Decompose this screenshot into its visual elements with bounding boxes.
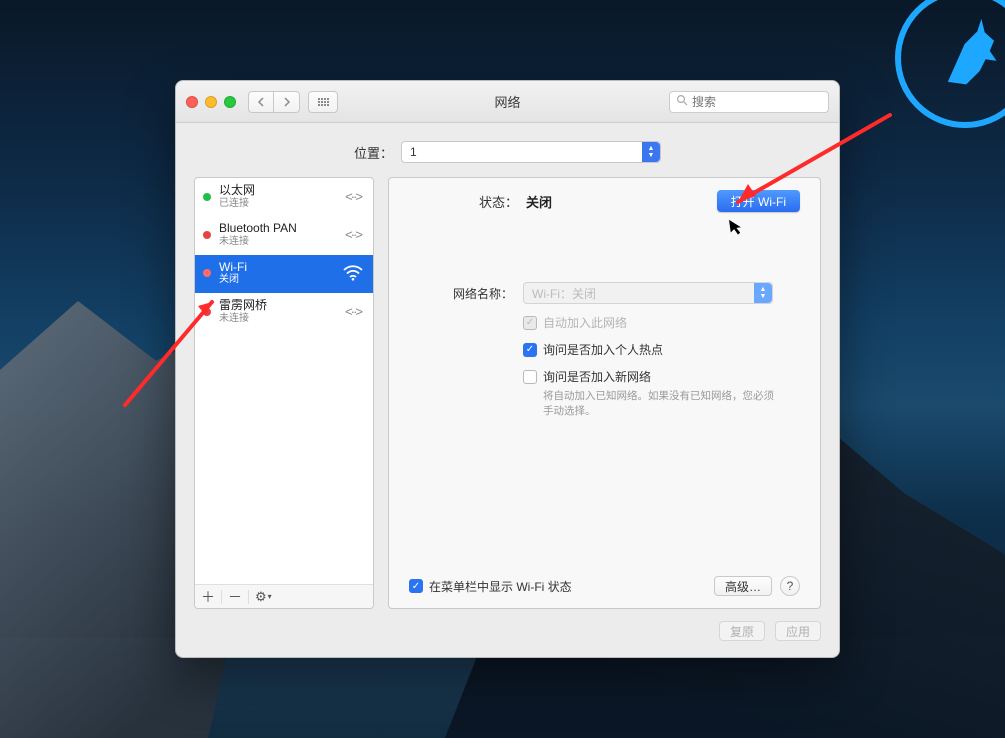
interface-name: Bluetooth PAN bbox=[219, 222, 333, 236]
window-controls bbox=[186, 96, 236, 108]
status-dot-icon bbox=[203, 308, 211, 316]
auto-join-label: 自动加入此网络 bbox=[543, 314, 627, 331]
thunderbolt-bridge-icon: <··> bbox=[341, 304, 365, 319]
sidebar-item-thunderbolt-bridge[interactable]: 雷雳网桥 未连接 <··> bbox=[195, 293, 373, 331]
interface-status: 已连接 bbox=[219, 198, 333, 210]
location-dropdown[interactable]: 1 ▲▼ bbox=[401, 141, 661, 163]
actions-menu-button[interactable]: ⚙▾ bbox=[255, 589, 272, 605]
detail-footer: ✓ 在菜单栏中显示 Wi-Fi 状态 高级… ? bbox=[409, 576, 800, 596]
checkbox-icon: ✓ bbox=[523, 316, 537, 330]
checkbox-icon: ✓ bbox=[523, 343, 537, 357]
stepper-icon: ▲▼ bbox=[754, 283, 772, 303]
ethernet-icon: <··> bbox=[341, 189, 365, 204]
detail-panel: 状态： 关闭 打开 Wi-Fi 网络名称： Wi-Fi：关闭 ▲▼ bbox=[388, 177, 821, 609]
stepper-icon: ▲▼ bbox=[642, 142, 660, 162]
back-button[interactable] bbox=[248, 91, 274, 113]
apply-button[interactable]: 应用 bbox=[775, 621, 821, 641]
network-name-value: Wi-Fi：关闭 bbox=[532, 285, 596, 302]
help-button[interactable]: ? bbox=[780, 576, 800, 596]
ask-new-network-hint: 将自动加入已知网络。如果没有已知网络，您必须手动选择。 bbox=[543, 389, 783, 418]
show-wifi-menubar-label: 在菜单栏中显示 Wi-Fi 状态 bbox=[429, 578, 572, 595]
checkbox-icon bbox=[523, 370, 537, 384]
interface-name: 雷雳网桥 bbox=[219, 299, 333, 313]
status-dot-icon bbox=[203, 231, 211, 239]
sidebar-item-wifi[interactable]: Wi-Fi 关闭 bbox=[195, 255, 373, 293]
titlebar: 网络 bbox=[176, 81, 839, 123]
interface-name: Wi-Fi bbox=[219, 261, 333, 275]
window-title: 网络 bbox=[494, 92, 520, 111]
search-icon bbox=[676, 94, 688, 109]
network-name-label: 网络名称： bbox=[409, 282, 513, 302]
search-input[interactable] bbox=[692, 95, 847, 109]
ask-new-network-checkbox[interactable]: 询问是否加入新网络 bbox=[523, 368, 800, 385]
sidebar-item-ethernet[interactable]: 以太网 已连接 <··> bbox=[195, 178, 373, 216]
minimize-button[interactable] bbox=[205, 96, 217, 108]
search-field[interactable] bbox=[669, 91, 829, 113]
interfaces-sidebar: 以太网 已连接 <··> Bluetooth PAN 未连接 <··> bbox=[194, 177, 374, 609]
ask-new-network-label: 询问是否加入新网络 bbox=[543, 368, 651, 385]
bluetooth-pan-icon: <··> bbox=[341, 227, 365, 242]
revert-button[interactable]: 复原 bbox=[719, 621, 765, 641]
location-label: 位置： bbox=[354, 143, 393, 162]
status-label: 状态： bbox=[479, 192, 518, 211]
status-dot-icon bbox=[203, 193, 211, 201]
ask-hotspot-checkbox[interactable]: ✓ 询问是否加入个人热点 bbox=[523, 341, 800, 358]
interface-status: 关闭 bbox=[219, 274, 333, 286]
logo-unicorn-icon bbox=[931, 11, 1005, 100]
wifi-icon bbox=[341, 265, 365, 281]
sidebar-item-bluetooth-pan[interactable]: Bluetooth PAN 未连接 <··> bbox=[195, 216, 373, 254]
close-button[interactable] bbox=[186, 96, 198, 108]
interface-status: 未连接 bbox=[219, 236, 333, 248]
forward-button[interactable] bbox=[274, 91, 300, 113]
zoom-button[interactable] bbox=[224, 96, 236, 108]
interface-status: 未连接 bbox=[219, 313, 333, 325]
location-row: 位置： 1 ▲▼ bbox=[176, 123, 839, 177]
status-dot-icon bbox=[203, 269, 211, 277]
add-interface-button[interactable]: ＋ bbox=[201, 587, 215, 607]
nav-buttons bbox=[248, 91, 300, 113]
show-wifi-menubar-checkbox[interactable]: ✓ 在菜单栏中显示 Wi-Fi 状态 bbox=[409, 578, 572, 595]
network-name-row: 网络名称： Wi-Fi：关闭 ▲▼ bbox=[409, 282, 800, 304]
network-preferences-window: 网络 位置： 1 ▲▼ 以太网 已连接 <··> bbox=[175, 80, 840, 658]
network-name-dropdown[interactable]: Wi-Fi：关闭 ▲▼ bbox=[523, 282, 773, 304]
interface-name: 以太网 bbox=[219, 184, 333, 198]
window-footer: 复原 应用 bbox=[176, 609, 839, 657]
status-row: 状态： 关闭 打开 Wi-Fi bbox=[409, 190, 800, 212]
checkbox-icon: ✓ bbox=[409, 579, 423, 593]
status-value: 关闭 bbox=[526, 192, 552, 211]
sidebar-footer: ＋ － ⚙▾ bbox=[195, 584, 373, 608]
advanced-button[interactable]: 高级… bbox=[714, 576, 772, 596]
logo-circle bbox=[895, 0, 1005, 128]
show-all-button[interactable] bbox=[308, 91, 338, 113]
auto-join-checkbox: ✓ 自动加入此网络 bbox=[523, 314, 800, 331]
ask-hotspot-label: 询问是否加入个人热点 bbox=[543, 341, 663, 358]
interfaces-list: 以太网 已连接 <··> Bluetooth PAN 未连接 <··> bbox=[195, 178, 373, 584]
location-value: 1 bbox=[410, 145, 417, 159]
remove-interface-button[interactable]: － bbox=[228, 587, 242, 607]
turn-on-wifi-button[interactable]: 打开 Wi-Fi bbox=[717, 190, 800, 212]
